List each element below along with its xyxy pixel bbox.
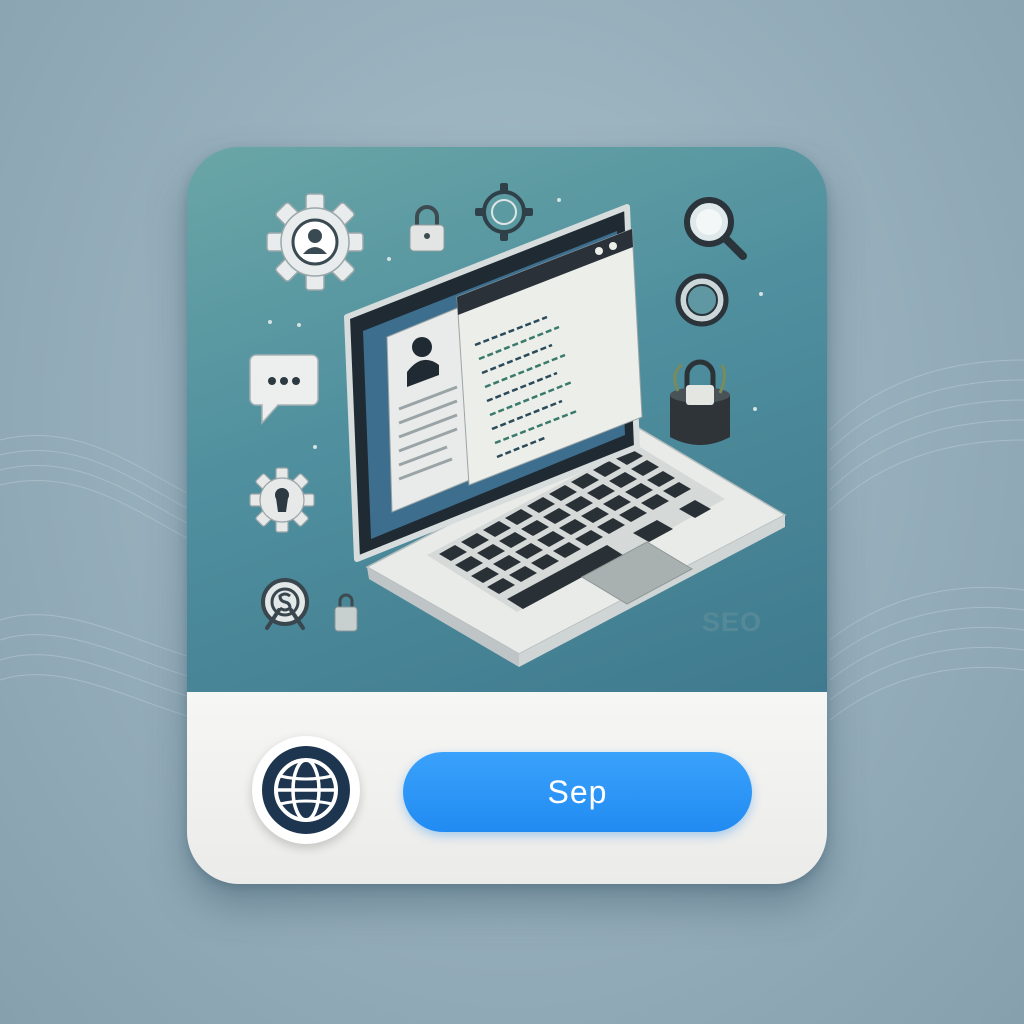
gear-outline-icon: [475, 183, 533, 241]
sep-button[interactable]: Sep: [403, 752, 752, 832]
lock-icon: [409, 205, 445, 252]
app-card: SEO Sep: [187, 147, 827, 884]
globe-icon: [262, 746, 350, 834]
keyhole-gear-icon: [249, 467, 315, 533]
chat-bubble-icon: [249, 354, 319, 425]
seo-label: SEO: [702, 607, 763, 637]
globe-button[interactable]: [252, 736, 360, 844]
small-lock-icon: [334, 593, 358, 632]
padlock-cup-icon: [670, 359, 730, 445]
card-illustration-area: SEO: [187, 147, 827, 692]
dollar-target-icon: [261, 578, 309, 630]
user-gear-icon: [266, 193, 364, 291]
ring-icon: [675, 273, 729, 327]
search-icon: [684, 197, 747, 260]
